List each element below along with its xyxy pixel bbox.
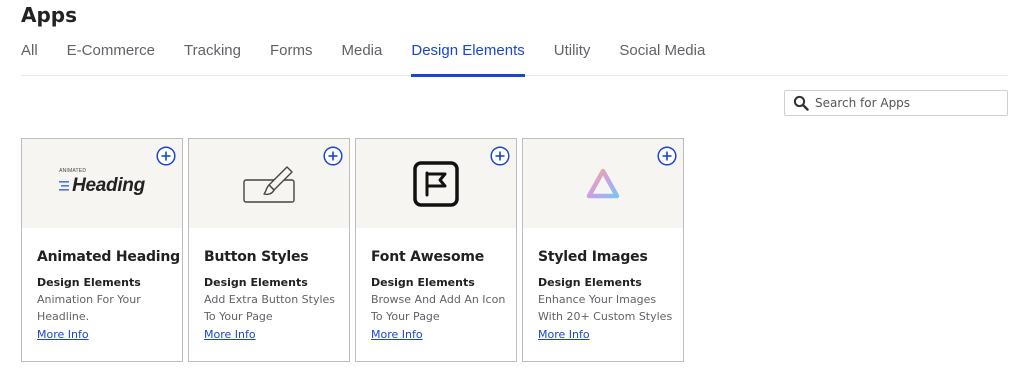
- card-media: [189, 139, 349, 228]
- add-circle-icon[interactable]: [657, 146, 677, 166]
- card-title: Animated Heading: [37, 249, 180, 265]
- add-circle-icon[interactable]: [323, 146, 343, 166]
- app-card-animated-heading[interactable]: ANIMATED Heading Animated Heading Design…: [21, 138, 183, 362]
- tab-forms[interactable]: Forms: [270, 38, 313, 76]
- card-description: Enhance Your Images With 20+ Custom Styl…: [538, 293, 673, 323]
- card-category: Design Elements: [371, 276, 475, 289]
- card-category: Design Elements: [538, 276, 642, 289]
- card-title: Styled Images: [538, 249, 648, 265]
- animated-heading-logo-text: Heading: [72, 174, 145, 196]
- card-title: Button Styles: [204, 249, 309, 265]
- card-title: Font Awesome: [371, 249, 485, 265]
- search-input[interactable]: [815, 92, 1007, 114]
- card-category: Design Elements: [204, 276, 308, 289]
- page-title: Apps: [21, 3, 78, 27]
- more-info-link[interactable]: More Info: [371, 326, 423, 343]
- more-info-link[interactable]: More Info: [538, 326, 590, 343]
- card-description: Animation For Your Headline.: [37, 293, 141, 323]
- button-brush-icon: [243, 165, 295, 203]
- card-media: [523, 139, 683, 228]
- gradient-triangle-icon: [586, 168, 620, 198]
- app-card-styled-images[interactable]: Styled Images Design Elements Enhance Yo…: [522, 138, 684, 362]
- search-icon: [793, 95, 809, 111]
- card-media: [356, 139, 516, 228]
- add-circle-icon[interactable]: [490, 146, 510, 166]
- card-category: Design Elements: [37, 276, 141, 289]
- more-info-link[interactable]: More Info: [204, 326, 256, 343]
- animated-heading-logo: ANIMATED Heading: [59, 168, 145, 197]
- tab-media[interactable]: Media: [342, 38, 383, 76]
- tab-e-commerce[interactable]: E-Commerce: [67, 38, 155, 76]
- card-description: Browse And Add An Icon To Your Page: [371, 293, 506, 323]
- search-box: [784, 90, 1008, 116]
- add-circle-icon[interactable]: [156, 146, 176, 166]
- app-card-list: ANIMATED Heading Animated Heading Design…: [21, 138, 689, 362]
- tab-design-elements[interactable]: Design Elements: [411, 38, 526, 77]
- category-tabs: All E-Commerce Tracking Forms Media Desi…: [21, 38, 1008, 77]
- app-card-button-styles[interactable]: Button Styles Design Elements Add Extra …: [188, 138, 350, 362]
- more-info-link[interactable]: More Info: [37, 326, 89, 343]
- card-description: Add Extra Button Styles To Your Page: [204, 293, 336, 323]
- tab-all[interactable]: All: [21, 38, 38, 76]
- card-media: ANIMATED Heading: [22, 139, 182, 228]
- animated-heading-logo-small-text: ANIMATED: [59, 167, 87, 174]
- heading-lines-icon: [59, 180, 70, 191]
- tab-utility[interactable]: Utility: [554, 38, 591, 76]
- tab-social-media[interactable]: Social Media: [619, 38, 705, 76]
- app-card-font-awesome[interactable]: Font Awesome Design Elements Browse And …: [355, 138, 517, 362]
- tab-tracking[interactable]: Tracking: [184, 38, 241, 76]
- font-awesome-flag-icon: [413, 160, 459, 207]
